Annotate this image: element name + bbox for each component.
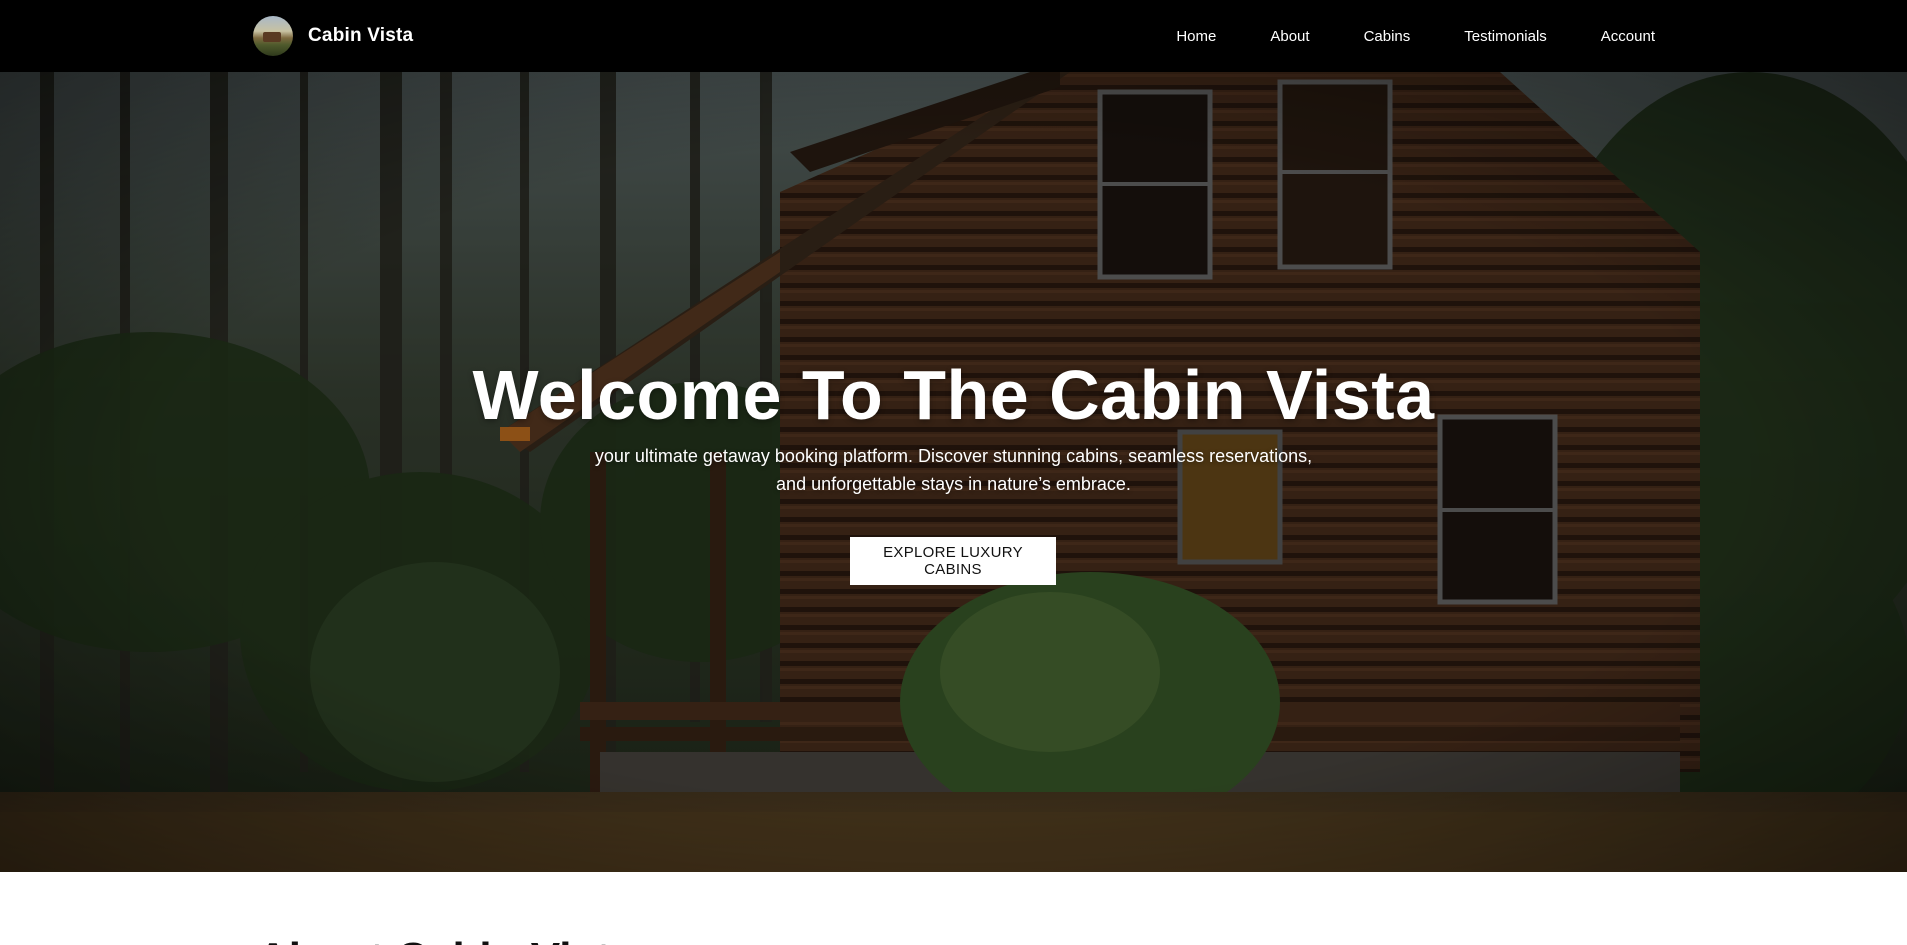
hero-subtitle: your ultimate getaway booking platform. … — [594, 446, 1313, 494]
nav-item-cabins[interactable]: Cabins — [1364, 28, 1411, 45]
brand-link[interactable]: Cabin Vista — [253, 15, 413, 57]
top-navbar: Cabin Vista Home About Cabins Testimonia… — [0, 0, 1907, 72]
hero-section: Welcome To The Cabin Vista your ultimate… — [0, 72, 1907, 872]
explore-cabins-button[interactable]: EXPLORE LUXURY CABINS — [850, 537, 1056, 585]
about-section: About Cabin Vista — [0, 872, 1907, 945]
nav-item-testimonials[interactable]: Testimonials — [1464, 28, 1547, 45]
cabin-logo-icon — [253, 16, 293, 56]
hero-title: Welcome To The Cabin Vista — [472, 356, 1435, 434]
hero-content: Welcome To The Cabin Vista your ultimate… — [0, 72, 1907, 872]
about-heading: About Cabin Vista — [257, 934, 635, 945]
main-nav: Home About Cabins Testimonials Account — [1176, 0, 1655, 72]
nav-item-account[interactable]: Account — [1601, 28, 1655, 45]
nav-item-home[interactable]: Home — [1176, 28, 1216, 45]
brand-name: Cabin Vista — [308, 25, 414, 46]
nav-item-about[interactable]: About — [1270, 28, 1309, 45]
